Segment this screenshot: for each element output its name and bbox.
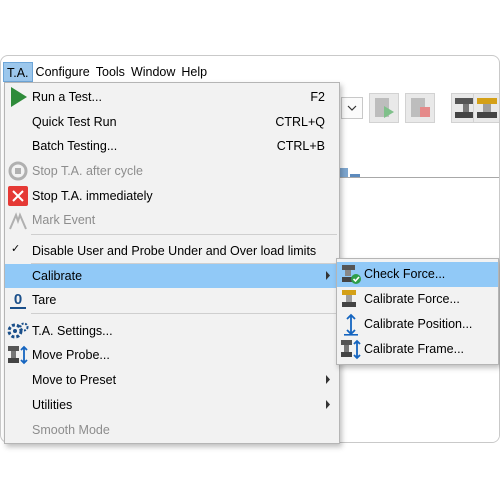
menu-separator bbox=[31, 234, 337, 235]
menu-configure[interactable]: Configure bbox=[33, 62, 93, 82]
menu-item-ta-settings[interactable]: T.A. Settings... bbox=[5, 319, 339, 343]
menu-item-quick-test-run[interactable]: Quick Test Run CTRL+Q bbox=[5, 110, 339, 134]
menu-item-label: Disable User and Probe Under and Over lo… bbox=[32, 244, 317, 258]
cycle-stop-icon bbox=[8, 161, 28, 181]
combo-dropdown-button[interactable] bbox=[341, 97, 363, 119]
submenu-item-check-force[interactable]: Check Force... bbox=[337, 262, 498, 287]
submenu-item-calibrate-frame[interactable]: Calibrate Frame... bbox=[337, 337, 498, 362]
menu-item-label: Stop T.A. after cycle bbox=[32, 164, 143, 178]
calibrate-submenu: Check Force... Calibrate Force... Calibr… bbox=[336, 258, 499, 365]
calibrate-position-icon bbox=[344, 313, 358, 336]
menu-item-tare[interactable]: 0 Tare bbox=[5, 288, 339, 312]
menu-item-label: Batch Testing... bbox=[32, 139, 118, 153]
red-x-icon bbox=[8, 186, 28, 206]
toolbar-probe-button-2[interactable] bbox=[473, 93, 499, 123]
chevron-down-icon bbox=[347, 105, 357, 111]
menu-separator bbox=[31, 313, 337, 314]
checkmark-icon: ✓ bbox=[11, 243, 21, 255]
calibrate-frame-icon bbox=[341, 339, 361, 360]
menubar: T.A. Configure Tools Window Help bbox=[1, 61, 499, 83]
menu-item-move-probe[interactable]: Move Probe... bbox=[5, 343, 339, 367]
menu-configure-label: Configure bbox=[35, 65, 90, 79]
menu-item-shortcut: F2 bbox=[310, 90, 325, 104]
menu-item-mark-event: Mark Event bbox=[5, 208, 339, 232]
stop-doc-icon bbox=[411, 98, 430, 117]
svg-text:0: 0 bbox=[14, 291, 22, 308]
submenu-item-calibrate-position[interactable]: Calibrate Position... bbox=[337, 312, 498, 337]
menu-item-batch-testing[interactable]: Batch Testing... CTRL+B bbox=[5, 134, 339, 158]
probe-gold-icon bbox=[477, 98, 497, 118]
menu-item-label: T.A. Settings... bbox=[32, 324, 113, 338]
tare-zero-icon: 0 bbox=[10, 291, 26, 309]
menu-help[interactable]: Help bbox=[178, 62, 210, 82]
menu-item-stop-immediately[interactable]: Stop T.A. immediately bbox=[5, 184, 339, 208]
submenu-item-calibrate-force[interactable]: Calibrate Force... bbox=[337, 287, 498, 312]
menu-item-utilities[interactable]: Utilities bbox=[5, 393, 339, 417]
menu-item-label: Calibrate bbox=[32, 269, 83, 283]
menu-item-label: Smooth Mode bbox=[32, 423, 110, 437]
toolbar-stop-button[interactable] bbox=[405, 93, 435, 123]
calibrate-force-icon bbox=[342, 290, 356, 307]
menu-item-label: Stop T.A. immediately bbox=[32, 189, 153, 203]
menu-item-label: Utilities bbox=[32, 398, 73, 412]
menu-item-label: Tare bbox=[32, 293, 57, 307]
menu-item-label: Run a Test... bbox=[32, 90, 102, 104]
submenu-arrow-icon bbox=[326, 271, 330, 280]
settings-gears-icon bbox=[7, 322, 29, 339]
menu-item-disable-limits[interactable]: ✓ Disable User and Probe Under and Over … bbox=[5, 239, 339, 263]
submenu-arrow-icon bbox=[326, 375, 330, 384]
move-probe-icon bbox=[8, 345, 28, 365]
menu-item-calibrate[interactable]: Calibrate bbox=[5, 264, 339, 288]
ta-dropdown-menu: Run a Test... F2 Quick Test Run CTRL+Q B… bbox=[4, 82, 340, 444]
menu-item-label: Move Probe... bbox=[32, 348, 110, 362]
menu-item-run-a-test[interactable]: Run a Test... F2 bbox=[5, 85, 339, 109]
menu-help-label: Help bbox=[181, 65, 208, 79]
submenu-item-label: Calibrate Position... bbox=[364, 317, 473, 331]
menu-window[interactable]: Window bbox=[128, 62, 178, 82]
submenu-arrow-icon bbox=[326, 400, 330, 409]
menu-item-stop-after-cycle: Stop T.A. after cycle bbox=[5, 159, 339, 183]
check-force-icon bbox=[342, 265, 361, 284]
menu-tools[interactable]: Tools bbox=[93, 62, 128, 82]
menu-item-label: Mark Event bbox=[32, 213, 96, 227]
menu-item-smooth-mode: Smooth Mode bbox=[5, 418, 339, 442]
menu-item-shortcut: CTRL+B bbox=[276, 139, 325, 153]
menu-ta-label: T.A. bbox=[7, 66, 29, 80]
menu-tools-label: Tools bbox=[95, 65, 125, 79]
menu-ta[interactable]: T.A. bbox=[3, 62, 33, 82]
menu-item-label: Quick Test Run bbox=[32, 115, 117, 129]
submenu-item-label: Calibrate Force... bbox=[364, 292, 460, 306]
menu-item-label: Move to Preset bbox=[32, 373, 117, 387]
submenu-item-label: Calibrate Frame... bbox=[364, 342, 465, 356]
mark-event-icon bbox=[9, 212, 27, 230]
submenu-item-label: Check Force... bbox=[364, 267, 446, 281]
run-doc-icon bbox=[375, 98, 394, 118]
toolbar-run-button[interactable] bbox=[369, 93, 399, 123]
menu-window-label: Window bbox=[130, 65, 176, 79]
menu-item-move-to-preset[interactable]: Move to Preset bbox=[5, 368, 339, 392]
menu-item-shortcut: CTRL+Q bbox=[275, 115, 325, 129]
play-icon bbox=[11, 87, 27, 107]
